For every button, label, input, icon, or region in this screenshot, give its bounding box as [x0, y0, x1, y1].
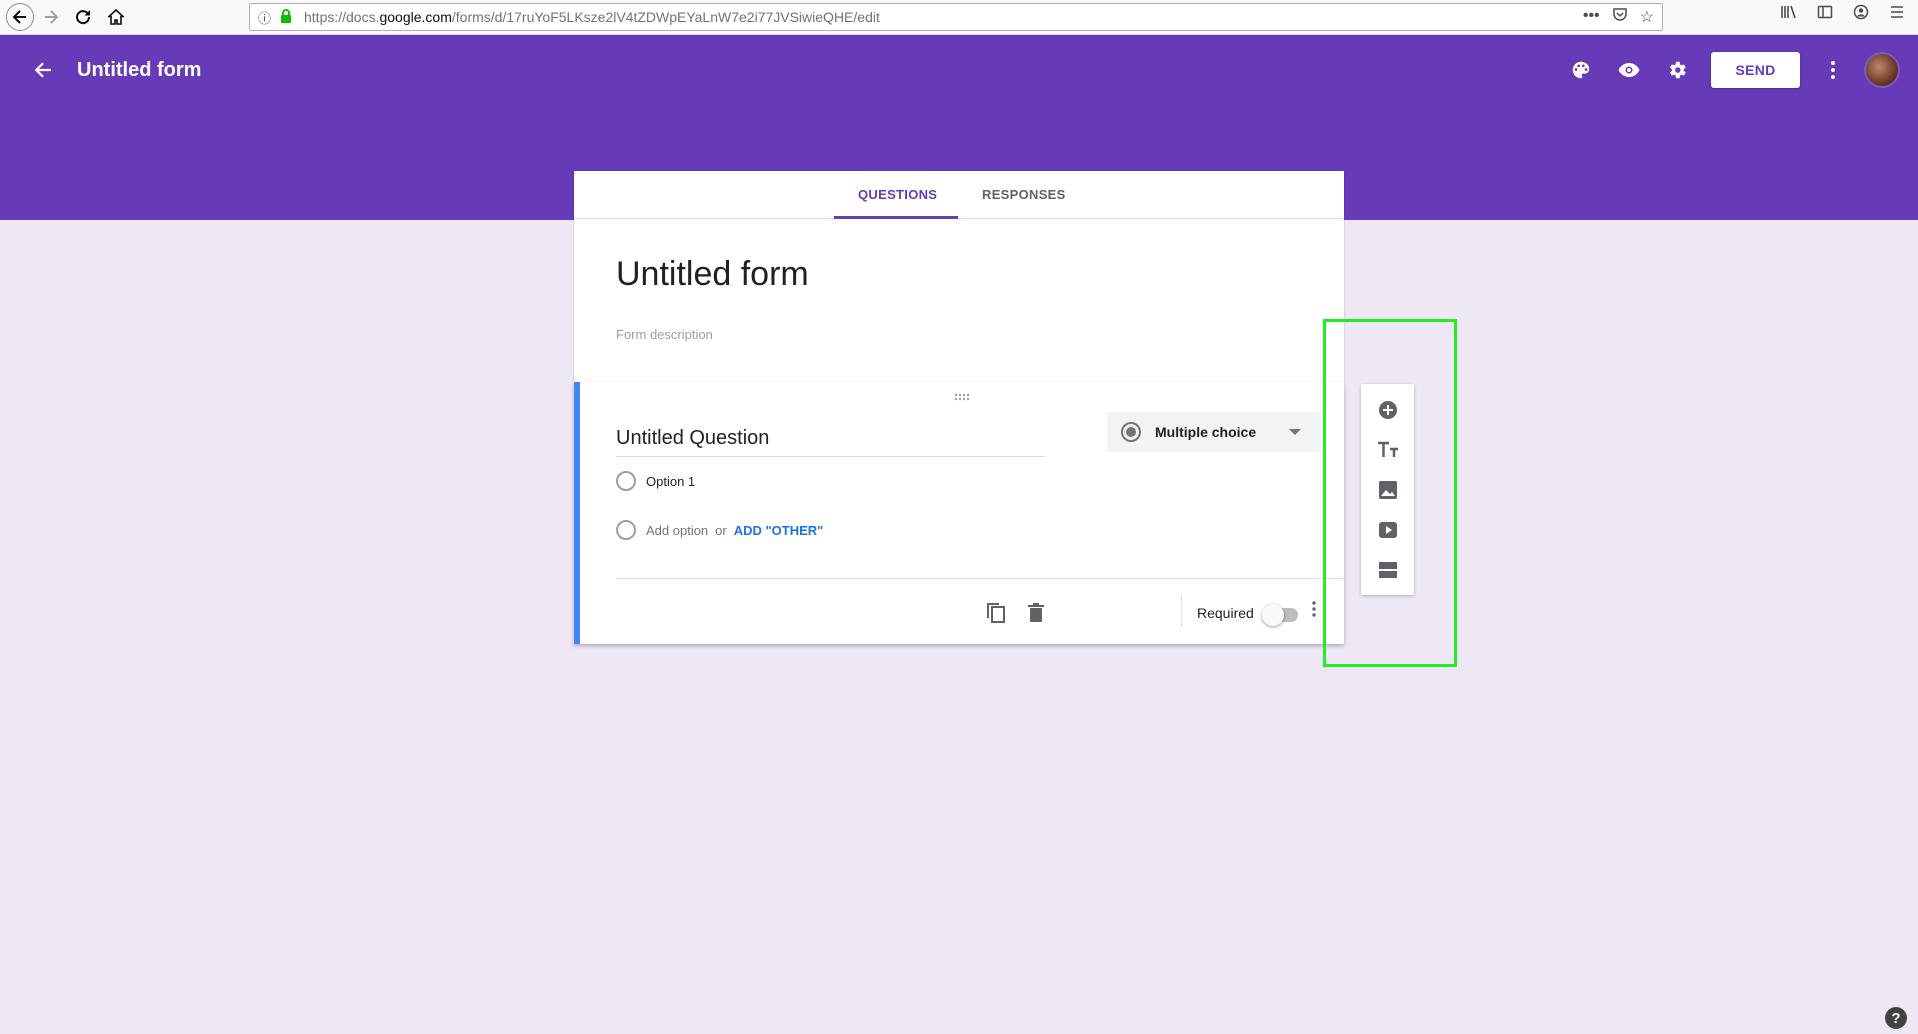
- browser-forward-button[interactable]: [38, 4, 64, 30]
- form-description-input[interactable]: Form description: [616, 327, 713, 342]
- toggle-thumb: [1262, 604, 1284, 626]
- url-text: https://docs.google.com/forms/d/17ruYoF5…: [304, 9, 880, 25]
- add-option-input[interactable]: Add option: [646, 523, 708, 538]
- settings-gear-icon[interactable]: [1662, 55, 1692, 85]
- highlight-annotation-box: [1323, 319, 1457, 667]
- question-type-dropdown[interactable]: Multiple choice: [1107, 412, 1321, 452]
- home-icon: [108, 9, 124, 25]
- question-type-label: Multiple choice: [1155, 424, 1257, 440]
- browser-toolbar-right: [1778, 4, 1918, 25]
- delete-trash-icon[interactable]: [1022, 599, 1050, 627]
- url-prefix: https://docs.: [304, 9, 380, 25]
- arrow-left-icon: [34, 62, 51, 78]
- info-icon[interactable]: ⓘ: [258, 8, 280, 27]
- add-other-link[interactable]: ADD "OTHER": [734, 523, 824, 538]
- arrow-right-icon: [45, 10, 59, 24]
- radio-unchecked-icon: [616, 471, 636, 491]
- browser-home-button[interactable]: [103, 4, 129, 30]
- url-domain: google.com: [379, 9, 452, 25]
- tab-bar: QUESTIONS RESPONSES: [574, 171, 1344, 219]
- more-vert-icon[interactable]: [1818, 55, 1848, 85]
- library-icon[interactable]: [1778, 4, 1800, 25]
- browser-back-button[interactable]: [6, 3, 34, 31]
- sidebar-icon[interactable]: [1814, 4, 1836, 25]
- drag-handle-icon[interactable]: [954, 390, 970, 404]
- browser-reload-button[interactable]: [70, 4, 96, 30]
- user-avatar[interactable]: [1864, 52, 1900, 88]
- send-button[interactable]: SEND: [1711, 52, 1800, 88]
- question-more-icon[interactable]: [1312, 601, 1316, 620]
- page-actions-icon[interactable]: •••: [1583, 7, 1600, 28]
- reload-icon: [76, 10, 91, 25]
- lock-icon: [280, 8, 298, 26]
- back-button[interactable]: [28, 55, 58, 85]
- required-label: Required: [1197, 605, 1254, 621]
- tab-questions[interactable]: QUESTIONS: [858, 187, 937, 202]
- form-header-card: QUESTIONS RESPONSES Untitled form Form d…: [574, 171, 1344, 382]
- form-name-title[interactable]: Untitled form: [77, 59, 201, 82]
- url-actions: ••• ☆: [1583, 7, 1654, 28]
- browser-menu-icon[interactable]: [1886, 4, 1908, 25]
- arrow-left-icon: [12, 10, 26, 24]
- url-bar[interactable]: ⓘ https://docs.google.com/forms/d/17ruYo…: [249, 3, 1663, 31]
- option-label[interactable]: Option 1: [646, 474, 695, 489]
- pocket-icon[interactable]: [1612, 7, 1628, 28]
- form-title-input[interactable]: Untitled form: [616, 255, 809, 294]
- radio-unchecked-icon: [616, 520, 636, 540]
- or-text: or: [715, 522, 727, 538]
- radio-button-checked-icon: [1121, 422, 1141, 442]
- question-title-input[interactable]: Untitled Question: [616, 427, 1046, 457]
- add-option-row: Add option or ADD "OTHER": [616, 520, 823, 540]
- option-row[interactable]: Option 1: [616, 471, 695, 491]
- footer-separator: [1181, 595, 1182, 627]
- dropdown-arrow-icon: [1289, 429, 1301, 435]
- browser-toolbar: ⓘ https://docs.google.com/forms/d/17ruYo…: [0, 0, 1918, 35]
- question-footer-divider: [616, 578, 1344, 579]
- preview-eye-icon[interactable]: [1614, 55, 1644, 85]
- bookmark-star-icon[interactable]: ☆: [1640, 7, 1654, 28]
- tab-responses[interactable]: RESPONSES: [982, 187, 1066, 202]
- palette-icon[interactable]: [1566, 55, 1596, 85]
- required-toggle[interactable]: [1262, 604, 1298, 626]
- account-icon[interactable]: [1850, 4, 1872, 25]
- help-icon[interactable]: ?: [1885, 1007, 1907, 1029]
- active-tab-indicator: [834, 216, 958, 219]
- duplicate-icon[interactable]: [982, 599, 1010, 627]
- url-path: /forms/d/17ruYoF5LKsze2lV4tZDWpEYaLnW7e2…: [451, 9, 880, 25]
- question-card[interactable]: Untitled Question Multiple choice Option…: [574, 382, 1344, 644]
